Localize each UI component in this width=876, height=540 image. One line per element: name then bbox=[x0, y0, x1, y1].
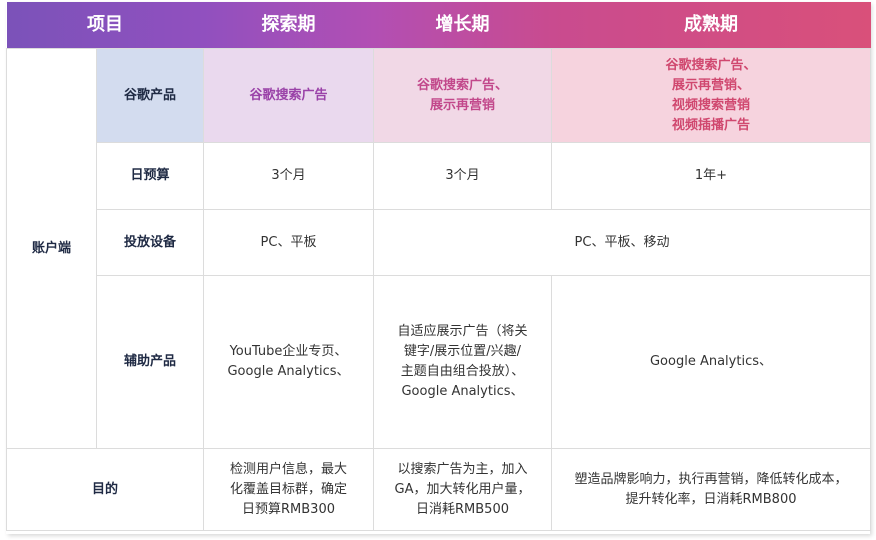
header-mature-stage: 成熟期 bbox=[551, 2, 871, 49]
marketing-plan-table: 项目 探索期 增长期 成熟期 账户端 谷歌产品 谷歌搜索广告 谷歌搜索广告、 展… bbox=[6, 2, 871, 531]
row-label-google-products: 谷歌产品 bbox=[96, 48, 204, 143]
assist-products-explore: YouTube企业专页、 Google Analytics、 bbox=[203, 275, 374, 449]
row-daily-budget: 日预算 3个月 3个月 1年+ bbox=[7, 142, 871, 210]
row-google-products: 账户端 谷歌产品 谷歌搜索广告 谷歌搜索广告、 展示再营销 谷歌搜索广告、 展示… bbox=[6, 48, 871, 449]
daily-budget-mature: 1年+ bbox=[551, 142, 871, 210]
header-growth-stage: 增长期 bbox=[373, 2, 552, 49]
header-item: 项目 bbox=[6, 2, 204, 49]
google-products-growth: 谷歌搜索广告、 展示再营销 bbox=[373, 48, 552, 143]
devices-growth-mature: PC、平板、移动 bbox=[373, 209, 871, 276]
row-label-daily-budget: 日预算 bbox=[96, 142, 204, 210]
row-label-goal: 目的 bbox=[6, 448, 204, 531]
marketing-plan-table-container: 项目 探索期 增长期 成熟期 账户端 谷歌产品 谷歌搜索广告 谷歌搜索广告、 展… bbox=[6, 2, 871, 534]
google-products-mature: 谷歌搜索广告、 展示再营销、 视频搜索营销 视频插播广告 bbox=[551, 48, 871, 143]
row-label-assist-products: 辅助产品 bbox=[96, 275, 204, 449]
row-label-devices: 投放设备 bbox=[96, 209, 204, 276]
goal-mature: 塑造品牌影响力，执行再营销，降低转化成本， 提升转化率，日消耗RMB800 bbox=[551, 448, 871, 531]
goal-growth: 以搜索广告为主，加入 GA，加大转化用户量， 日消耗RMB500 bbox=[373, 448, 552, 531]
assist-products-growth: 自适应展示广告（将关 键字/展示位置/兴趣/ 主题自由组合投放）、 Google… bbox=[373, 275, 552, 449]
row-assist-products: 辅助产品 YouTube企业专页、 Google Analytics、 自适应展… bbox=[7, 275, 871, 449]
daily-budget-explore: 3个月 bbox=[203, 142, 374, 210]
header-row: 项目 探索期 增长期 成熟期 bbox=[6, 2, 871, 49]
account-side-label: 账户端 bbox=[6, 48, 97, 449]
row-devices: 投放设备 PC、平板 PC、平板、移动 bbox=[7, 209, 871, 276]
goal-explore: 检测用户信息，最大 化覆盖目标群，确定 日预算RMB300 bbox=[203, 448, 374, 531]
devices-explore: PC、平板 bbox=[203, 209, 374, 276]
google-products-explore: 谷歌搜索广告 bbox=[203, 48, 374, 143]
assist-products-mature: Google Analytics、 bbox=[551, 275, 871, 449]
row-goal: 目的 检测用户信息，最大 化覆盖目标群，确定 日预算RMB300 以搜索广告为主… bbox=[6, 448, 871, 531]
daily-budget-growth: 3个月 bbox=[373, 142, 552, 210]
header-explore-stage: 探索期 bbox=[203, 2, 374, 49]
